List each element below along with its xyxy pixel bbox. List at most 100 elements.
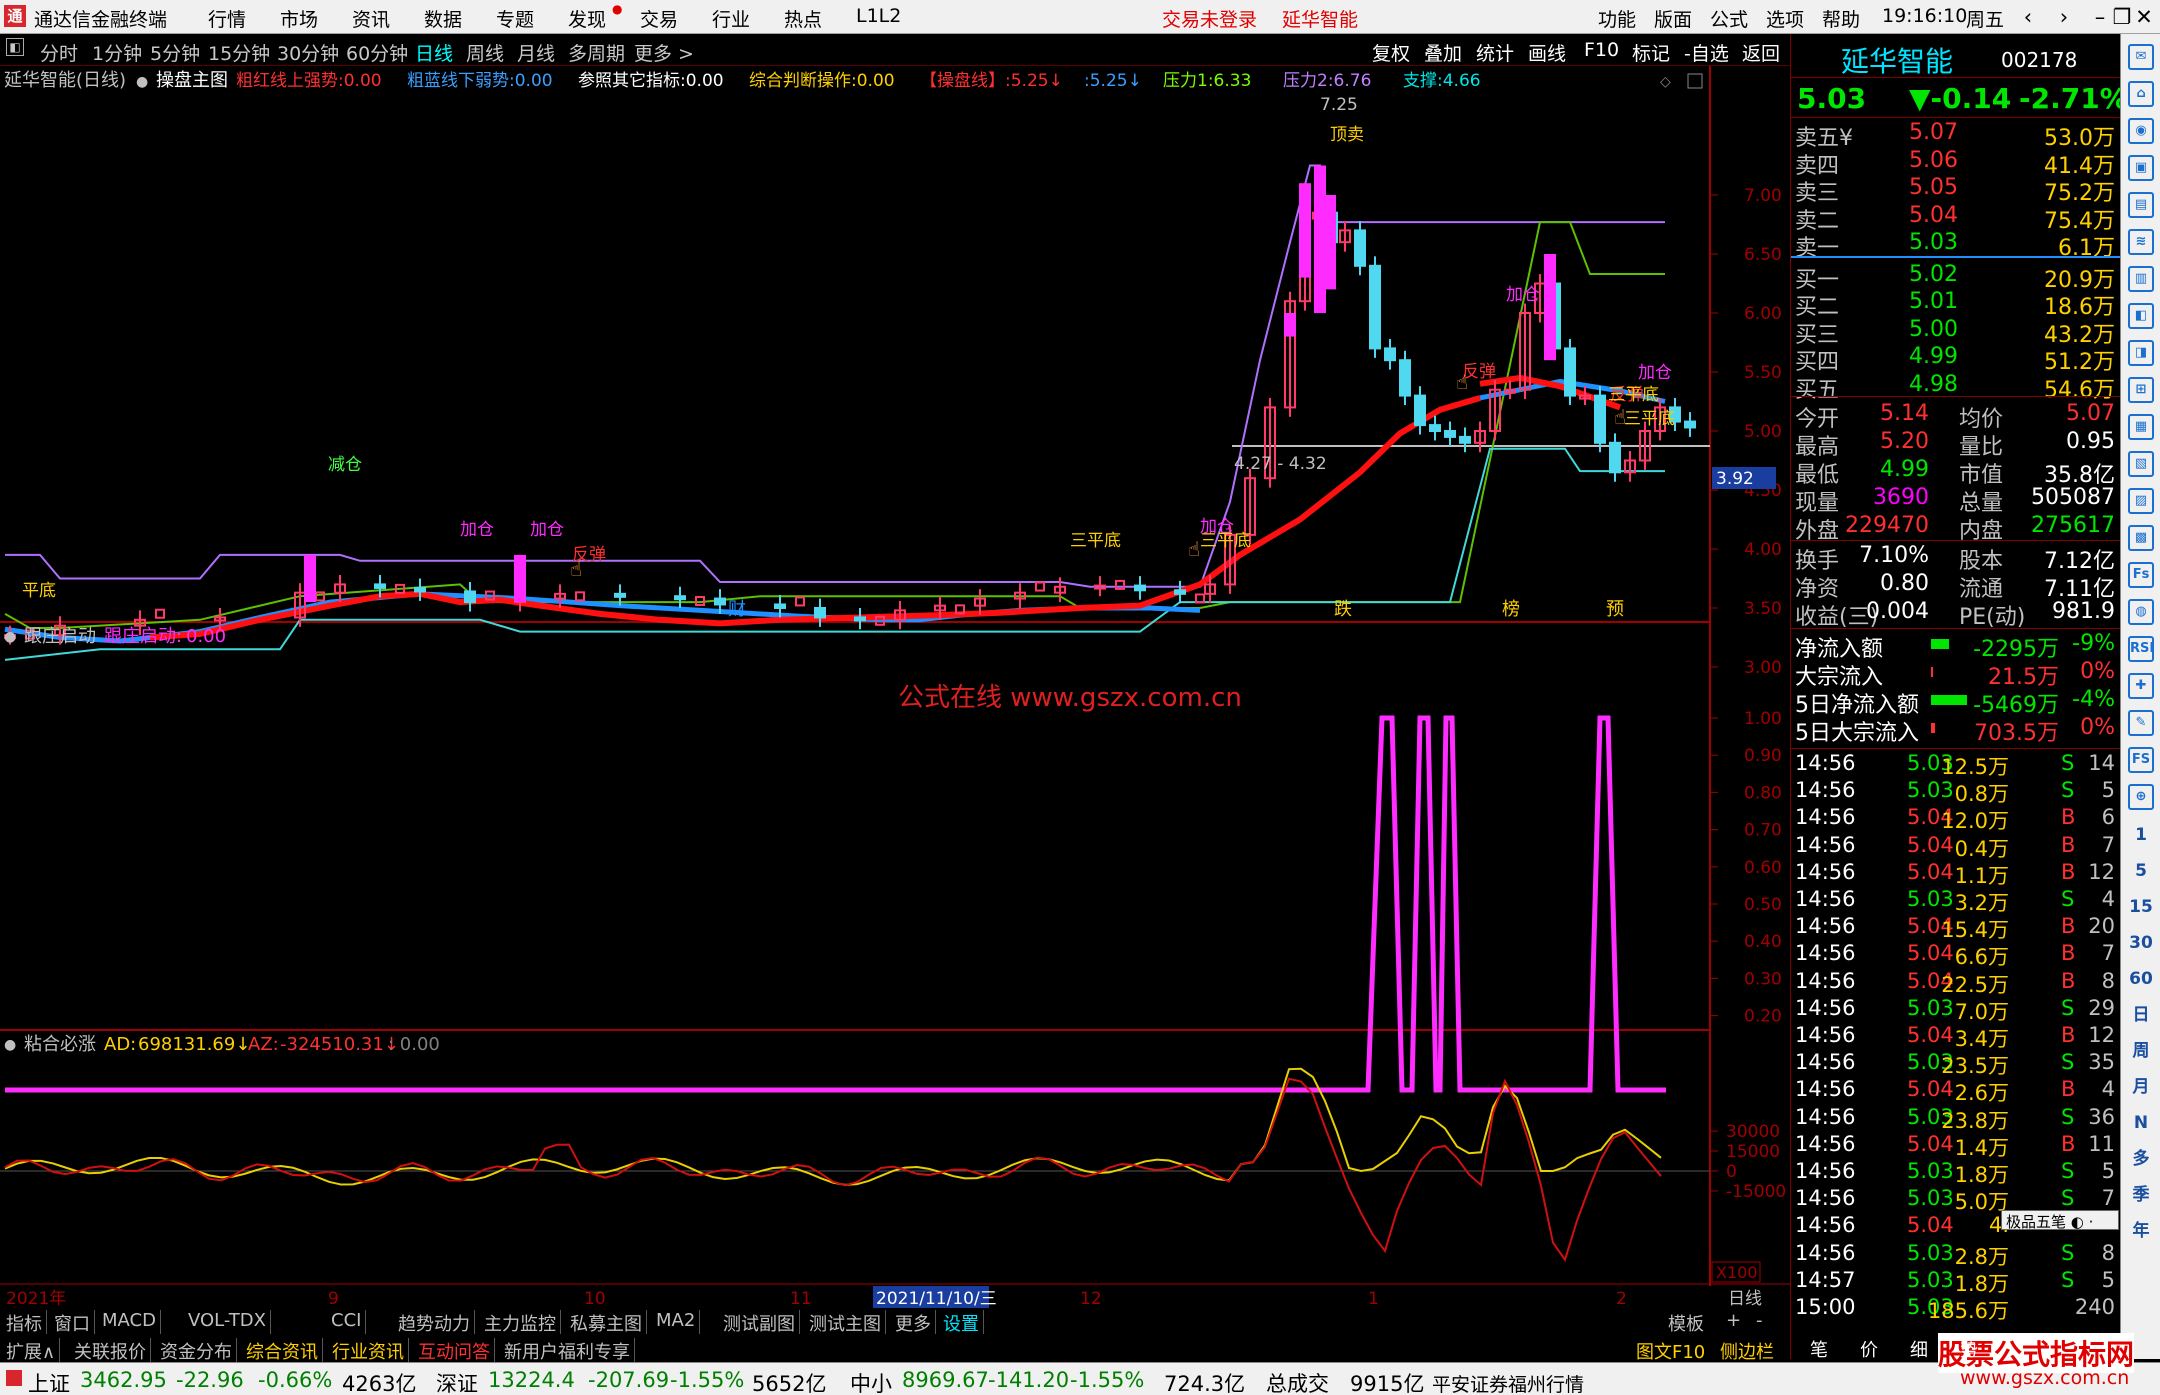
sidebar-tool-icon[interactable]: Fs — [2128, 562, 2154, 588]
book-price[interactable]: 5.06 — [1909, 148, 1958, 173]
menu-options[interactable]: 选项 — [1766, 5, 1804, 32]
menu-topics[interactable]: 专题 — [496, 5, 534, 32]
period-shortcut[interactable]: 季 — [2128, 1184, 2154, 1210]
extension-tab[interactable]: 综合资讯 — [242, 1338, 323, 1364]
book-price[interactable]: 5.05 — [1909, 175, 1958, 200]
period-shortcut[interactable]: 月 — [2128, 1076, 2154, 1102]
menu-help[interactable]: 帮助 — [1822, 5, 1860, 32]
sidebar-tool-icon[interactable]: RSI — [2128, 636, 2154, 662]
sidebar-tool-icon[interactable]: ◧ — [2128, 303, 2154, 329]
period-shortcut[interactable]: 5 — [2128, 860, 2154, 886]
sub1-name[interactable]: 跟庄启动 — [24, 626, 96, 647]
extension-tab[interactable]: 关联报价 — [70, 1338, 151, 1364]
trade-login-status[interactable]: 交易未登录 — [1162, 5, 1257, 32]
extension-tab[interactable]: 行业资讯 — [328, 1338, 409, 1364]
period-tab-selected[interactable]: 日线 — [415, 39, 453, 66]
panel-tab[interactable]: 笔 — [1810, 1336, 1828, 1362]
f10-button[interactable]: F10 — [1584, 39, 1619, 61]
period-shortcut[interactable]: 年 — [2128, 1220, 2154, 1246]
menu-hot[interactable]: 热点 — [784, 5, 822, 32]
draw-button[interactable]: 画线 — [1528, 39, 1566, 66]
panel-tab[interactable]: 细 — [1910, 1336, 1928, 1362]
period-tab[interactable]: 月线 — [517, 39, 555, 66]
indicator-toggle-icon[interactable]: ● — [136, 74, 148, 90]
add-tab-button[interactable]: + — [1726, 1310, 1741, 1331]
menu-l1l2[interactable]: L1L2 — [856, 5, 901, 27]
book-price[interactable]: 4.98 — [1909, 372, 1958, 397]
indicator-tab[interactable]: 指标 — [2, 1310, 47, 1335]
period-tab[interactable]: 15分钟 — [208, 39, 270, 66]
period-tab[interactable]: 30分钟 — [277, 39, 339, 66]
f10-text-tab[interactable]: 图文F10 — [1636, 1338, 1705, 1364]
extension-tab[interactable]: 扩展∧ — [2, 1338, 61, 1364]
period-shortcut[interactable]: 15 — [2128, 896, 2154, 922]
watchlist-button[interactable]: -自选 — [1684, 39, 1729, 66]
period-shortcut[interactable]: N — [2128, 1112, 2154, 1138]
template-button[interactable]: 模板 — [1668, 1310, 1704, 1336]
period-shortcut[interactable]: 60 — [2128, 968, 2154, 994]
adjust-button[interactable]: 复权 — [1372, 39, 1410, 66]
panel-maximize-icon[interactable] — [1687, 73, 1703, 89]
sidebar-tool-icon[interactable]: ◨ — [2128, 340, 2154, 366]
panel-tab[interactable]: 价 — [1860, 1336, 1878, 1362]
menu-quotes[interactable]: 行情 — [208, 5, 246, 32]
menu-layout[interactable]: 版面 — [1654, 5, 1692, 32]
sidebar-tool-icon[interactable]: ▩ — [2128, 525, 2154, 551]
panel-tab[interactable]: 势 — [1960, 1336, 1978, 1362]
indicator-name[interactable]: 操盘主图 — [156, 70, 228, 91]
mark-button[interactable]: 标记 — [1632, 39, 1670, 66]
sub2-name[interactable]: 粘合必涨 — [24, 1034, 96, 1055]
menu-market[interactable]: 市场 — [280, 5, 318, 32]
stats-button[interactable]: 统计 — [1476, 39, 1514, 66]
window-toggle-icon[interactable]: ◧ — [6, 38, 24, 56]
indicator-tab[interactable]: 私募主图 — [566, 1310, 647, 1335]
menu-industry[interactable]: 行业 — [712, 5, 750, 32]
return-button[interactable]: 返回 — [1742, 39, 1780, 66]
menu-news[interactable]: 资讯 — [352, 5, 390, 32]
extension-tab[interactable]: 互动问答 — [414, 1338, 495, 1364]
zx-label[interactable]: 中小 — [850, 1368, 892, 1395]
forward-arrow-icon[interactable]: › — [2046, 3, 2082, 31]
period-tab[interactable]: 周线 — [466, 39, 504, 66]
sidebar-tool-icon[interactable]: ✚ — [2128, 673, 2154, 699]
period-shortcut[interactable]: 周 — [2128, 1040, 2154, 1066]
sidebar-tool-icon[interactable]: ▤ — [2128, 192, 2154, 218]
sz-label[interactable]: 深证 — [436, 1368, 478, 1395]
event-mark[interactable]: 财 — [728, 599, 746, 620]
indicator-tab[interactable]: 窗口 — [50, 1310, 95, 1335]
period-shortcut[interactable]: 多 — [2128, 1148, 2154, 1174]
period-tab[interactable]: 多周期 — [568, 39, 625, 66]
sidebar-tool-icon[interactable]: ◍ — [2128, 599, 2154, 625]
sh-label[interactable]: 上证 — [28, 1368, 70, 1395]
menu-data[interactable]: 数据 — [424, 5, 462, 32]
indicator-tab[interactable]: VOL-TDX — [184, 1310, 271, 1334]
diamond-icon[interactable]: ◇ — [1660, 74, 1671, 90]
menu-formula[interactable]: 公式 — [1710, 5, 1748, 32]
extension-tab[interactable]: 新用户福利专享 — [500, 1338, 635, 1364]
sidebar-tool-icon[interactable]: ▧ — [2128, 451, 2154, 477]
chart-area[interactable]: 延华智能(日线) ● 操盘主图 粗红线上强势:0.00 粗蓝线下弱势:0.00 参照… — [0, 66, 1790, 1309]
sidebar-tool-icon[interactable]: ⌂ — [2128, 81, 2154, 107]
book-price[interactable]: 5.03 — [1909, 230, 1958, 255]
book-price[interactable]: 5.07 — [1909, 120, 1958, 145]
sidebar-tool-icon[interactable]: ▦ — [2128, 414, 2154, 440]
chart-canvas[interactable]: 延华智能(日线) ● 操盘主图 粗红线上强势:0.00 粗蓝线下弱势:0.00 参照… — [0, 66, 1790, 1310]
indicator-tab[interactable]: 设置 — [939, 1310, 984, 1335]
sidebar-tool-icon[interactable]: ✉ — [2128, 44, 2154, 70]
indicator-tab[interactable]: 测试副图 — [719, 1310, 800, 1335]
indicator-tab[interactable]: MA2 — [652, 1310, 701, 1334]
book-price[interactable]: 5.00 — [1909, 317, 1958, 342]
back-arrow-icon[interactable]: ‹ — [2010, 3, 2046, 31]
period-tab[interactable]: 5分钟 — [150, 39, 200, 66]
menu-discover[interactable]: 发现 — [568, 5, 606, 32]
book-price[interactable]: 4.99 — [1909, 344, 1958, 369]
indicator-tab[interactable]: 趋势动力 — [394, 1310, 475, 1335]
indicator-tab[interactable]: CCI — [327, 1310, 367, 1334]
indicator-tab[interactable]: 主力监控 — [480, 1310, 561, 1335]
sidebar-tool-icon[interactable]: ▥ — [2128, 266, 2154, 292]
sidebar-tool-icon[interactable]: ⊕ — [2128, 784, 2154, 810]
period-tab[interactable]: 分时 — [40, 39, 78, 66]
sidebar-tool-icon[interactable]: ▣ — [2128, 155, 2154, 181]
period-tab[interactable]: 1分钟 — [92, 39, 142, 66]
sidebar-tool-icon[interactable]: ◉ — [2128, 118, 2154, 144]
